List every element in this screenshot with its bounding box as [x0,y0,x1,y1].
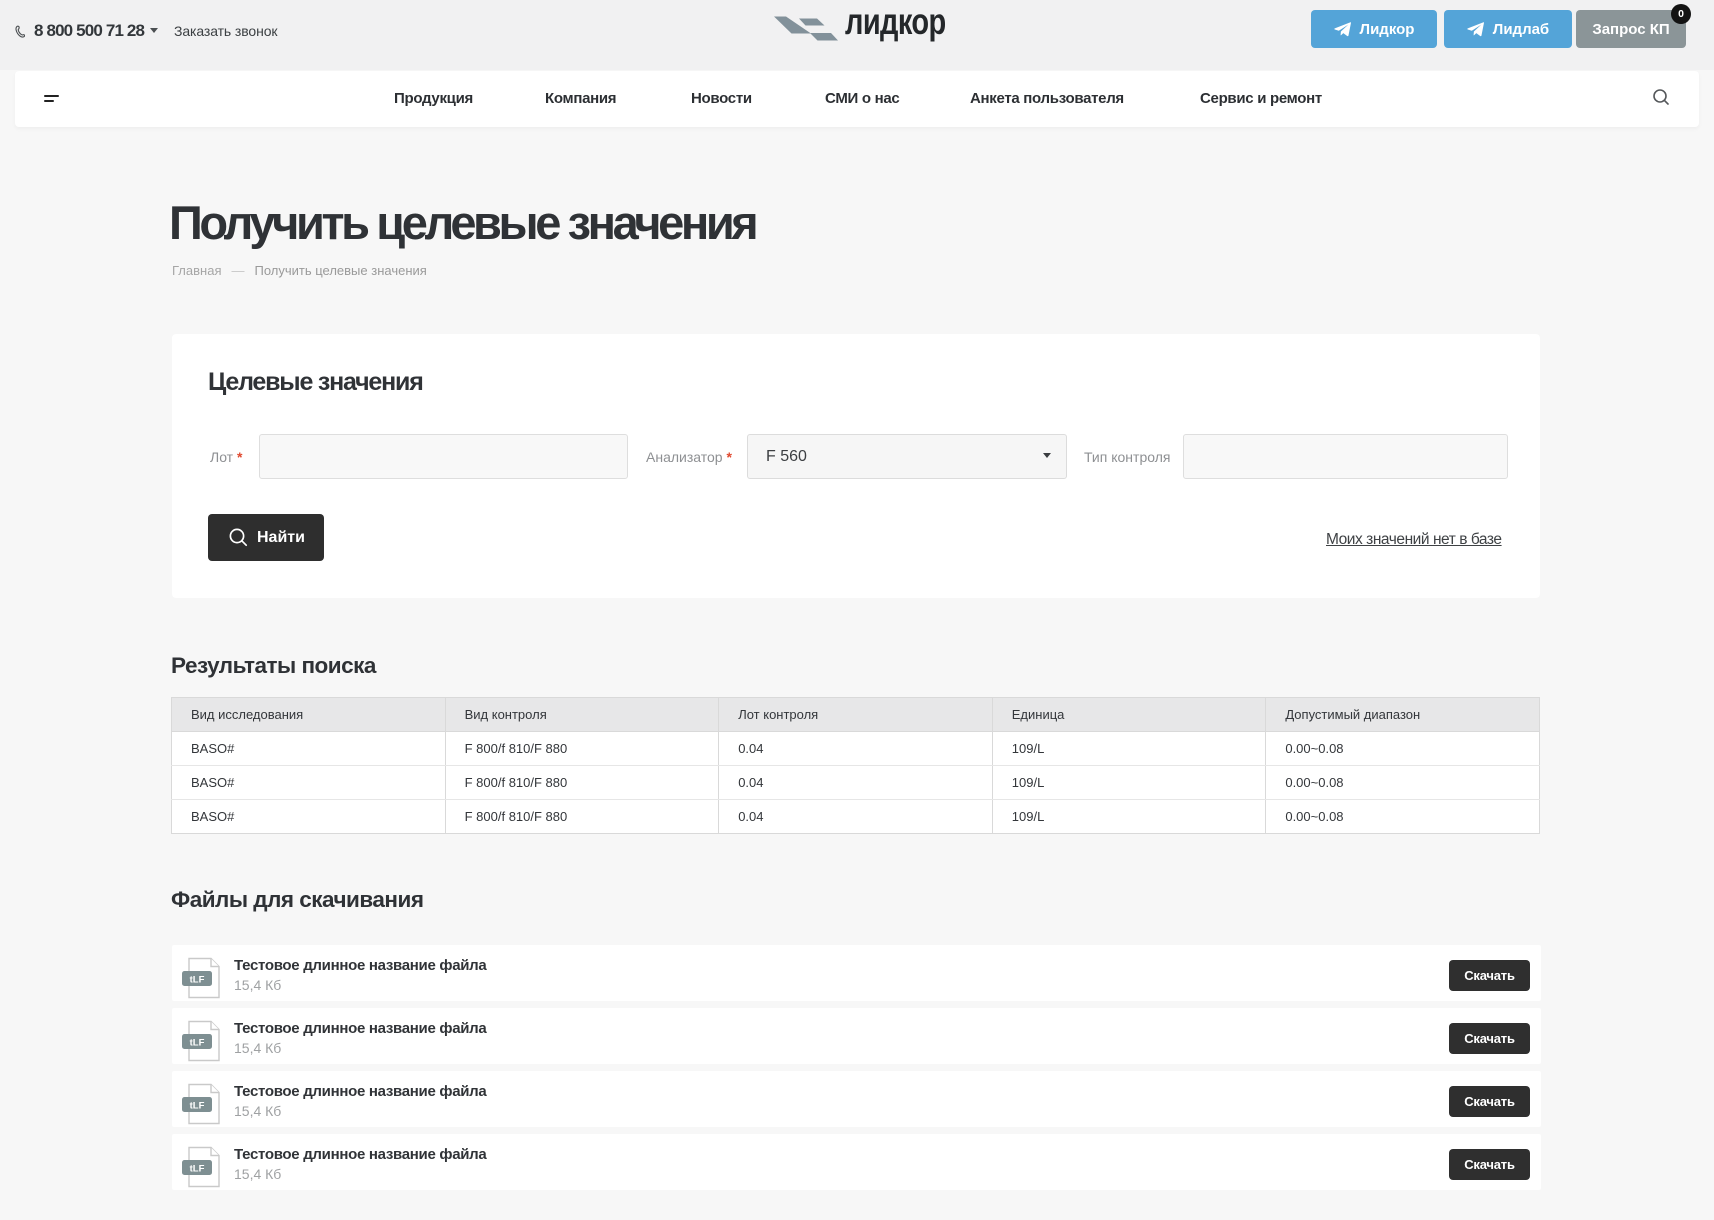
svg-text:tLF: tLF [190,1038,205,1049]
svg-text:tLF: tLF [190,1101,205,1112]
svg-text:tLF: tLF [190,975,205,986]
svg-text:tLF: tLF [190,1164,205,1175]
